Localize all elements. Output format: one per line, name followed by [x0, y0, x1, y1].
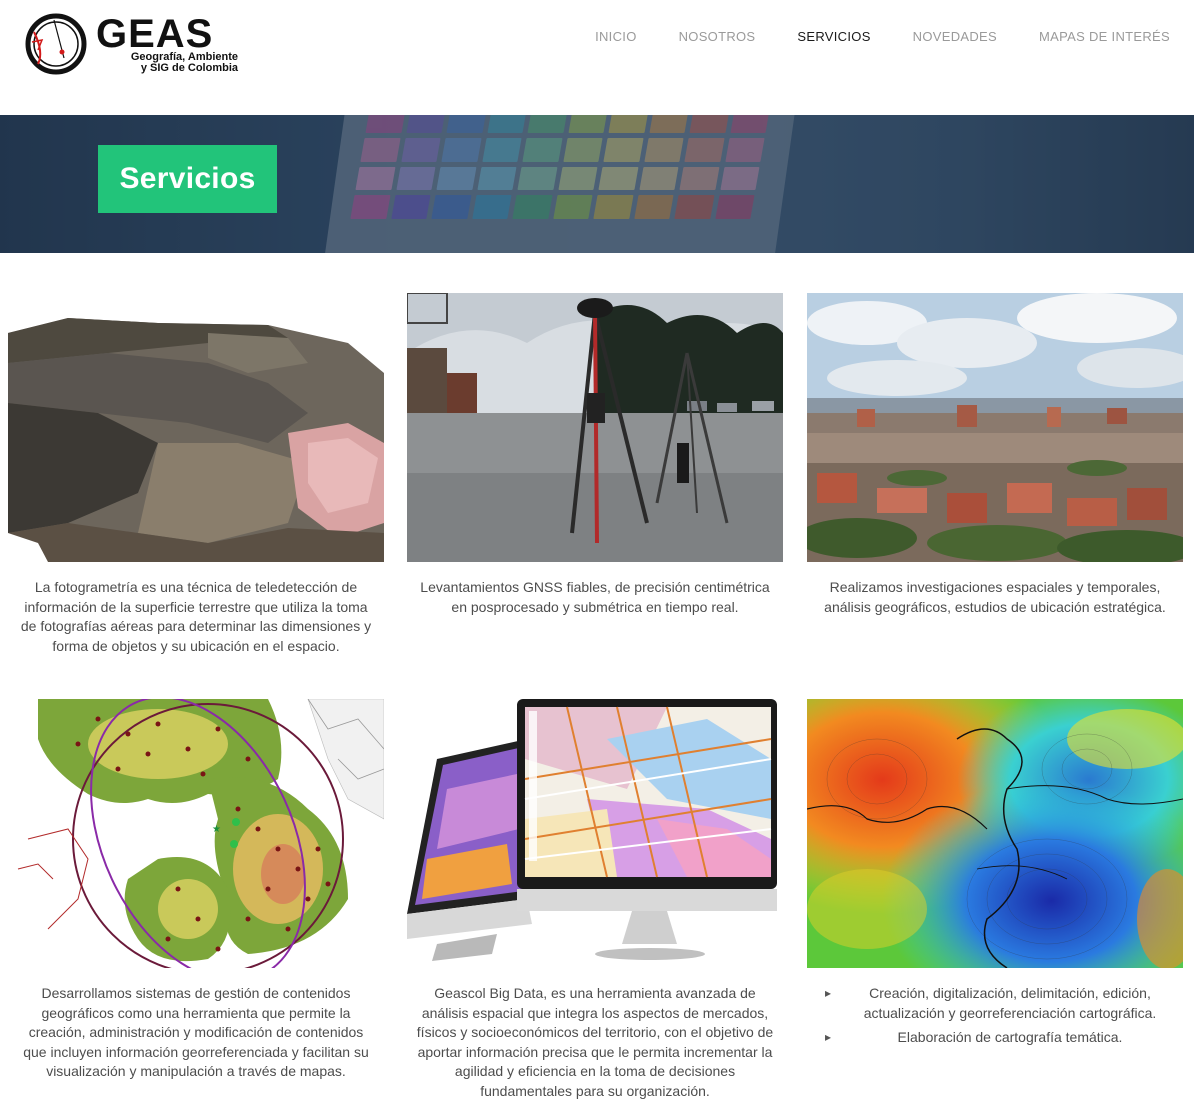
service-card-gnss: Levantamientos GNSS fiables, de precisió… [407, 293, 783, 617]
chevron-right-icon: ▸ [825, 986, 832, 1000]
bullet-text: Creación, digitalización, delimitación, … [863, 985, 1157, 1021]
service-description: La fotogrametría es una técnica de teled… [20, 579, 372, 654]
bullet-text: Elaboración de cartografía temática. [897, 1029, 1123, 1045]
list-item: ▸ Creación, digitalización, delimitación… [807, 984, 1183, 1023]
globe-logo-icon [25, 13, 87, 75]
city-aerial-image [807, 293, 1183, 562]
gnss-tripod-image [407, 293, 783, 562]
logo-tagline: Geografía, Ambiente y SIG de Colombia [96, 52, 238, 74]
service-card-gestion-contenidos: ★ Desarrollamos sistemas de gestión de c… [8, 699, 384, 1082]
page-banner: Servicios [0, 115, 1194, 253]
main-nav: INICIO NOSOTROS SERVICIOS NOVEDADES MAPA… [553, 28, 1170, 46]
site-logo[interactable]: GEAS Geografía, Ambiente y SIG de Colomb… [24, 12, 244, 80]
nav-item-servicios[interactable]: SERVICIOS [797, 28, 870, 46]
service-description: Desarrollamos sistemas de gestión de con… [23, 985, 369, 1079]
thematic-heatmap-image [807, 699, 1183, 968]
service-card-fotogrametria: La fotogrametría es una técnica de teled… [8, 293, 384, 656]
service-card-cartografia: ▸ Creación, digitalización, delimitación… [807, 699, 1183, 1053]
list-item: ▸ Elaboración de cartografía temática. [807, 1028, 1183, 1048]
nav-item-mapas-de-interes[interactable]: MAPAS DE INTERÉS [1039, 28, 1170, 46]
service-description: Realizamos investigaciones espaciales y … [824, 579, 1166, 615]
svg-text:★: ★ [212, 824, 221, 835]
gis-map-image: ★ [8, 699, 384, 968]
photogrammetry-image [8, 293, 384, 562]
nav-item-nosotros[interactable]: NOSOTROS [679, 28, 756, 46]
chevron-right-icon: ▸ [825, 1030, 832, 1044]
logo-title: GEAS [96, 12, 214, 56]
site-header: GEAS Geografía, Ambiente y SIG de Colomb… [0, 0, 1194, 115]
nav-item-novedades[interactable]: NOVEDADES [913, 28, 997, 46]
service-description: Levantamientos GNSS fiables, de precisió… [420, 579, 770, 615]
service-card-investigaciones: Realizamos investigaciones espaciales y … [807, 293, 1183, 617]
nav-item-inicio[interactable]: INICIO [595, 28, 637, 46]
monitors-maps-image [407, 699, 783, 968]
page-title: Servicios [98, 145, 277, 213]
service-bullet-list: ▸ Creación, digitalización, delimitación… [807, 984, 1183, 1048]
logo-tagline-line2: y SIG de Colombia [140, 62, 238, 74]
service-card-big-data: Geascol Big Data, es una herramienta ava… [407, 699, 783, 1101]
service-description: Geascol Big Data, es una herramienta ava… [416, 985, 774, 1099]
